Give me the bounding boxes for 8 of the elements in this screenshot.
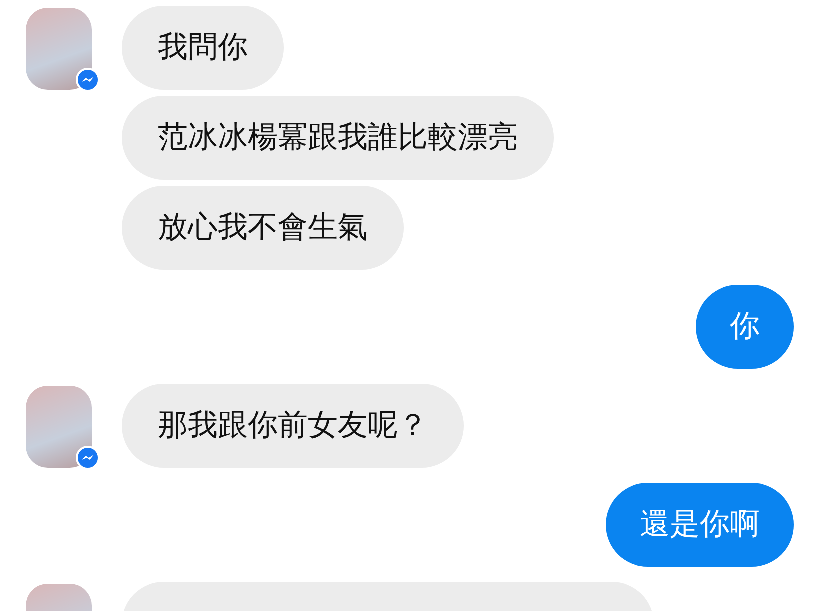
message-bubble: 還是你啊 — [606, 483, 794, 567]
message-bubble: 我問你 — [122, 6, 284, 90]
message-bubble: 你 — [696, 285, 794, 369]
message-bubble: 那我跟你前女友呢？ — [122, 384, 464, 468]
message-bubble: 范冰冰楊冪跟我誰比較漂亮 — [122, 96, 554, 180]
message-bubble: 放心我不會生氣 — [122, 186, 404, 270]
messenger-badge-icon — [76, 446, 100, 470]
messenger-badge-icon — [76, 68, 100, 92]
